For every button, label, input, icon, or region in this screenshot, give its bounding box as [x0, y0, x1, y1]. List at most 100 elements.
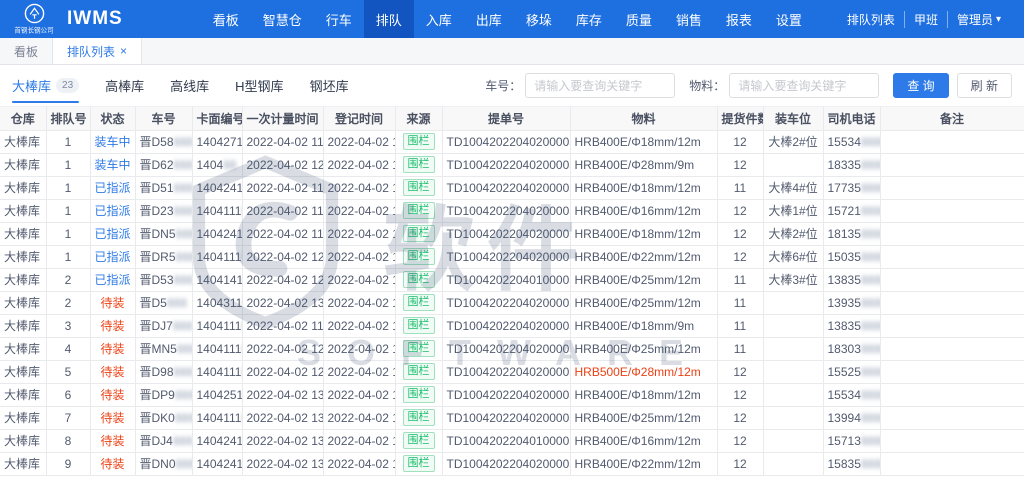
visible-text: 13935 [828, 296, 861, 310]
source-badge: 围栏 [403, 317, 435, 334]
cell-phone: 15721888888 [823, 199, 880, 222]
redacted-text: 888888 [861, 135, 880, 149]
cell-bill-no: TD10042022040200005319 [442, 406, 570, 429]
nav-item-智慧仓[interactable]: 智慧仓 [251, 0, 314, 38]
warehouse-tab-高棒库[interactable]: 高棒库 [105, 65, 144, 106]
table-row[interactable]: 大棒库1已指派晋DR58881404111882022-04-02 12:022… [0, 245, 1024, 268]
cell-qty: 12 [717, 199, 763, 222]
cell-warehouse: 大棒库 [0, 199, 46, 222]
search-button[interactable]: 查 询 [893, 73, 948, 98]
cell-material: HRB400E/Φ22mm/12m [570, 452, 717, 475]
warehouse-tab-大棒库[interactable]: 大棒库23 [12, 65, 79, 106]
cell-bill-no: TD10042022040200005319 [442, 452, 570, 475]
tab-排队列表[interactable]: 排队列表× [53, 38, 142, 64]
cell-register-time: 2022-04-02 11:4 [323, 130, 395, 153]
tab-看板[interactable]: 看板 [0, 38, 53, 64]
table-row[interactable]: 大棒库1已指派晋D518881404241882022-04-02 11:262… [0, 176, 1024, 199]
nav-item-库存[interactable]: 库存 [564, 0, 614, 38]
column-header: 司机电话 [823, 107, 880, 130]
cell-warehouse: 大棒库 [0, 337, 46, 360]
visible-text: 1404111 [197, 204, 242, 218]
top-bar: 首钢长钢公司 IWMS 看板智慧仓行车排队入库出库移垛库存质量销售报表设置 排队… [0, 0, 1024, 38]
cell-warehouse: 大棒库 [0, 176, 46, 199]
table-row[interactable]: 大棒库1已指派晋DN58881404241882022-04-02 11:512… [0, 222, 1024, 245]
nav-item-出库[interactable]: 出库 [464, 0, 514, 38]
nav-item-销售[interactable]: 销售 [664, 0, 714, 38]
table-row[interactable]: 大棒库7待装晋DK08881404111882022-04-02 13:2620… [0, 406, 1024, 429]
nav-item-看板[interactable]: 看板 [201, 0, 251, 38]
refresh-button[interactable]: 刷 新 [957, 73, 1012, 98]
cell-dock [763, 153, 823, 176]
cell-measure-time: 2022-04-02 13:41 [242, 452, 323, 475]
cell-measure-time: 2022-04-02 11:51 [242, 222, 323, 245]
cell-material: HRB400E/Φ16mm/12m [570, 199, 717, 222]
cell-card: 140424188 [192, 222, 242, 245]
nav-item-设置[interactable]: 设置 [764, 0, 814, 38]
table-row[interactable]: 大棒库1已指派晋D238881404111882022-04-02 11:352… [0, 199, 1024, 222]
table-row[interactable]: 大棒库5待装晋D988881404111882022-04-02 12:5020… [0, 360, 1024, 383]
nav-item-排队[interactable]: 排队 [364, 0, 414, 38]
car-search-input[interactable] [525, 73, 675, 98]
cell-qty: 11 [717, 176, 763, 199]
cell-phone: 18335888888 [823, 153, 880, 176]
company-logo-icon [24, 3, 45, 24]
cell-qty: 11 [717, 268, 763, 291]
column-header: 登记时间 [323, 107, 395, 130]
visible-text: 15035 [828, 250, 861, 264]
visible-text: 晋DJ4 [140, 434, 173, 448]
table-row[interactable]: 大棒库6待装晋DP98881404251882022-04-02 13:0920… [0, 383, 1024, 406]
cell-queue-no: 1 [46, 130, 90, 153]
cell-queue-no: 7 [46, 406, 90, 429]
cell-status: 待装 [90, 452, 135, 475]
material-search-input[interactable] [729, 73, 879, 98]
cell-card: 140411188 [192, 245, 242, 268]
warehouse-tab-H型钢库[interactable]: H型钢库 [235, 65, 283, 106]
table-row[interactable]: 大棒库2已指派晋D538881404141882022-04-02 12:212… [0, 268, 1024, 291]
app-title: IWMS [67, 8, 123, 30]
cell-phone: 13835888888 [823, 268, 880, 291]
nav-item-质量[interactable]: 质量 [614, 0, 664, 38]
nav-item-移垛[interactable]: 移垛 [514, 0, 564, 38]
cell-dock [763, 360, 823, 383]
chevron-down-icon: ▾ [996, 14, 1001, 25]
column-header: 卡面编号 [192, 107, 242, 130]
cell-measure-time: 2022-04-02 12:21 [242, 268, 323, 291]
cell-remark [880, 337, 1024, 360]
cell-dock [763, 429, 823, 452]
cell-material: HRB400E/Φ18mm/9m [570, 314, 717, 337]
nav-item-报表[interactable]: 报表 [714, 0, 764, 38]
close-icon[interactable]: × [120, 45, 127, 57]
user-menu[interactable]: 管理员 ▾ [947, 11, 1010, 28]
column-header: 装车位 [763, 107, 823, 130]
warehouse-tab-高线库[interactable]: 高线库 [170, 65, 209, 106]
cell-qty: 12 [717, 383, 763, 406]
cell-dock: 大棒6#位 [763, 245, 823, 268]
redacted-text: 888 [174, 365, 192, 379]
table-row[interactable]: 大棒库3待装晋DJ78881404111882022-04-02 11:4220… [0, 314, 1024, 337]
table-row[interactable]: 大棒库2待装晋D58881404311882022-04-02 13:24202… [0, 291, 1024, 314]
top-right: 排队列表 甲班 管理员 ▾ [838, 11, 1024, 28]
cell-bill-no: TD10042022040200005319 [442, 314, 570, 337]
nav-item-行车[interactable]: 行车 [314, 0, 364, 38]
cell-remark [880, 176, 1024, 199]
cell-phone: 15035888888 [823, 245, 880, 268]
table-row[interactable]: 大棒库9待装晋DN08881404241882022-04-02 13:4120… [0, 452, 1024, 475]
warehouse-tab-钢坯库[interactable]: 钢坯库 [310, 65, 349, 106]
nav-item-入库[interactable]: 入库 [414, 0, 464, 38]
table-row[interactable]: 大棒库4待装晋MN58881404111882022-04-02 12:4920… [0, 337, 1024, 360]
shift-label[interactable]: 甲班 [904, 11, 947, 28]
table-row[interactable]: 大棒库1装车中晋D628881404882022-04-02 12:462022… [0, 153, 1024, 176]
source-badge: 围栏 [403, 363, 435, 380]
current-page-link[interactable]: 排队列表 [838, 11, 904, 28]
redacted-text: 888 [174, 158, 192, 172]
table-row[interactable]: 大棒库1装车中晋D588881404271882022-04-02 11:432… [0, 130, 1024, 153]
cell-register-time: 2022-04-02 13:3 [323, 429, 395, 452]
cell-register-time: 2022-04-02 12:4 [323, 153, 395, 176]
cell-queue-no: 2 [46, 291, 90, 314]
cell-source: 围栏 [395, 360, 442, 383]
source-badge: 围栏 [403, 386, 435, 403]
table-row[interactable]: 大棒库8待装晋DJ48881404241882022-04-02 13:3520… [0, 429, 1024, 452]
column-header: 备注 [880, 107, 1024, 130]
cell-bill-no: TD10042022040200005319 [442, 176, 570, 199]
cell-measure-time: 2022-04-02 13:09 [242, 383, 323, 406]
